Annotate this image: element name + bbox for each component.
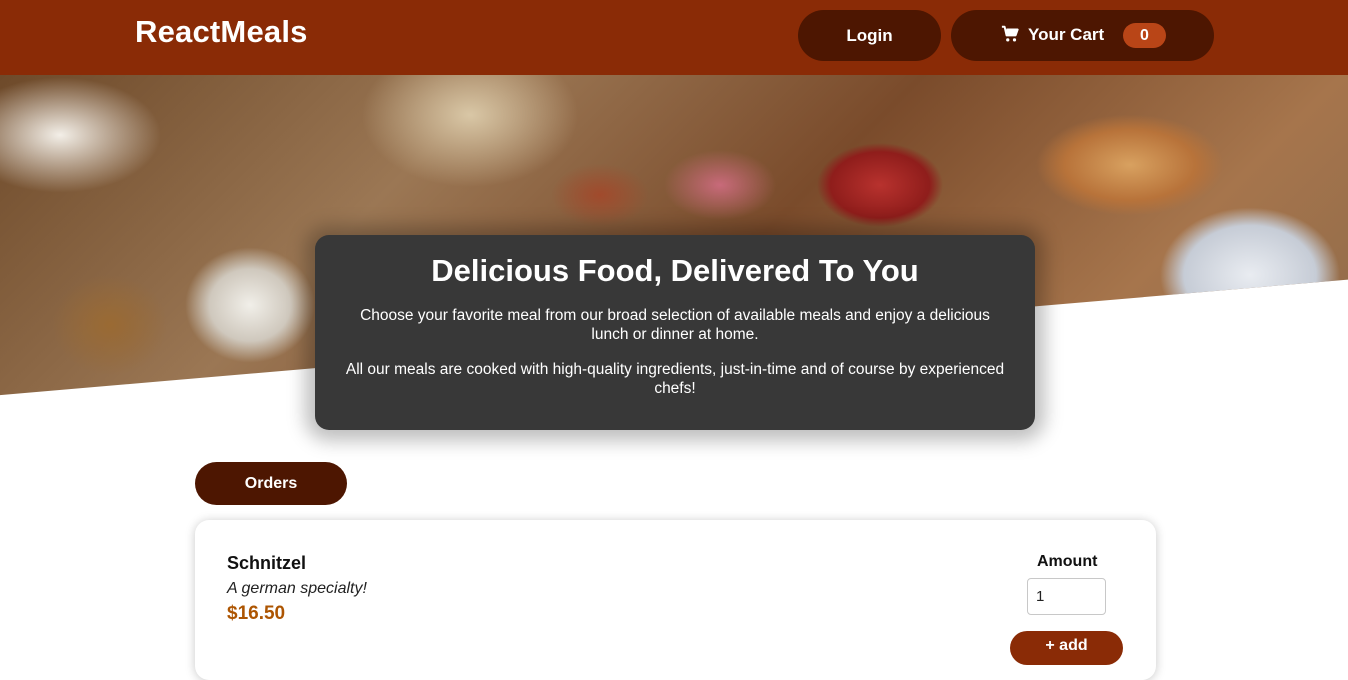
brand-logo: ReactMeals (135, 14, 308, 49)
orders-button[interactable]: Orders (195, 462, 347, 505)
meals-list-card: Schnitzel A german specialty! $16.50 Amo… (195, 520, 1156, 680)
cart-label: Your Cart (1028, 25, 1105, 44)
meal-name: Schnitzel (227, 553, 307, 573)
main-header: ReactMeals Login Your Cart 0 (0, 0, 1348, 75)
cart-icon (1001, 25, 1019, 42)
cart-button[interactable]: Your Cart 0 (951, 10, 1214, 61)
cart-count-badge: 0 (1123, 23, 1166, 48)
amount-label: Amount (1037, 553, 1098, 570)
summary-title: Delicious Food, Delivered To You (431, 253, 919, 288)
meals-summary: Delicious Food, Delivered To You Choose … (315, 235, 1035, 430)
summary-paragraph-1: Choose your favorite meal from our broad… (360, 307, 990, 343)
add-to-cart-button[interactable]: + add (1010, 631, 1123, 665)
login-button[interactable]: Login (798, 10, 941, 61)
amount-input[interactable] (1027, 578, 1106, 615)
meal-description: A german specialty! (227, 580, 367, 597)
summary-paragraph-2: All our meals are cooked with high-quali… (345, 361, 1005, 397)
meal-price: $16.50 (227, 603, 286, 624)
